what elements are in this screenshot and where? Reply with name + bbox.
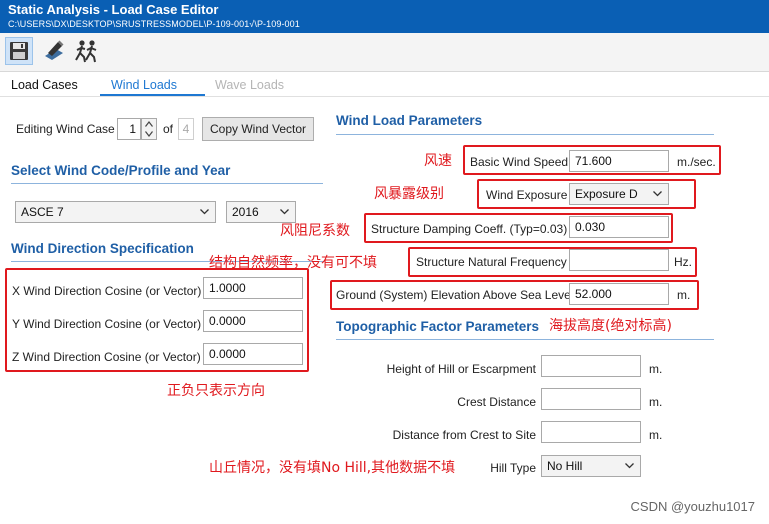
hill-height-unit: m.: [649, 362, 663, 376]
tab-load-cases[interactable]: Load Cases: [11, 78, 78, 92]
wind-exposure-value: Exposure D: [575, 187, 638, 201]
active-tab-underline: [100, 94, 205, 96]
wind-code-section-line: [11, 183, 323, 184]
wind-speed-unit: m./sec.: [677, 155, 716, 169]
wind-speed-input[interactable]: 71.600: [569, 150, 669, 172]
frequency-input[interactable]: [569, 249, 669, 271]
z-direction-input[interactable]: 0.0000: [203, 343, 303, 365]
chevron-down-icon: [200, 209, 209, 215]
editing-wind-case-label: Editing Wind Case: [16, 122, 115, 136]
copy-wind-vector-button[interactable]: Copy Wind Vector: [202, 117, 315, 141]
wind-case-number-input[interactable]: 1: [117, 118, 141, 140]
hill-annotation: 山丘情况，没有填No Hill,其他数据不填: [209, 460, 456, 476]
tab-wind-loads[interactable]: Wind Loads: [111, 78, 177, 92]
wind-params-section-title: Wind Load Parameters: [336, 113, 483, 128]
frequency-annotation: 结构自然频率，没有可不填: [209, 255, 377, 271]
hill-type-label: Hill Type: [490, 461, 536, 475]
topographic-section-title: Topographic Factor Parameters: [336, 319, 540, 334]
crest-distance-input[interactable]: [541, 388, 641, 410]
wind-exposure-select[interactable]: Exposure D: [569, 183, 669, 205]
wind-params-section-line: [336, 134, 714, 135]
direction-annotation: 正负只表示方向: [167, 383, 265, 399]
elevation-unit: m.: [677, 288, 691, 302]
chevron-down-icon: [653, 191, 662, 197]
running-figures-icon: [75, 40, 97, 63]
crest-to-site-label: Distance from Crest to Site: [392, 428, 536, 442]
of-label: of: [163, 122, 174, 136]
z-direction-label: Z Wind Direction Cosine (or Vector): [12, 350, 201, 364]
crest-to-site-input[interactable]: [541, 421, 641, 443]
wind-case-total: 4: [178, 118, 194, 140]
wind-case-spinner[interactable]: [141, 118, 157, 140]
wind-exposure-label: Wind Exposure: [486, 188, 568, 202]
toolbar: [0, 33, 769, 72]
elevation-annotation: 海拔高度(绝对标高): [549, 318, 672, 334]
hill-type-select[interactable]: No Hill: [541, 455, 641, 477]
wind-code-value: ASCE 7: [21, 205, 64, 219]
y-direction-input[interactable]: 0.0000: [203, 310, 303, 332]
x-direction-label: X Wind Direction Cosine (or Vector): [12, 284, 202, 298]
tab-strip-divider: [0, 96, 769, 97]
elevation-input[interactable]: 52.000: [569, 283, 669, 305]
save-icon: [10, 42, 28, 60]
chevron-down-icon: [625, 463, 634, 469]
edit-button[interactable]: [40, 37, 68, 65]
wind-year-value: 2016: [232, 205, 259, 219]
watermark: CSDN @youzhu1017: [630, 499, 755, 514]
crest-distance-label: Crest Distance: [457, 395, 536, 409]
damping-annotation: 风阻尼系数: [280, 223, 350, 239]
hill-height-label: Height of Hill or Escarpment: [386, 362, 536, 376]
x-direction-input[interactable]: 1.0000: [203, 277, 303, 299]
wind-code-select[interactable]: ASCE 7: [15, 201, 216, 223]
file-path: C:\USERS\DX\DESKTOP\SRUSTRESSMODEL\P-109…: [8, 19, 300, 29]
save-button[interactable]: [5, 37, 33, 65]
crest-to-site-unit: m.: [649, 428, 663, 442]
run-button[interactable]: [73, 37, 101, 65]
wind-speed-annotation: 风速: [424, 153, 452, 169]
wind-code-section-title: Select Wind Code/Profile and Year: [11, 163, 231, 178]
spinner-up-icon[interactable]: [145, 121, 153, 127]
y-direction-label: Y Wind Direction Cosine (or Vector): [12, 317, 202, 331]
hill-height-input[interactable]: [541, 355, 641, 377]
hill-type-value: No Hill: [547, 459, 583, 473]
damping-input[interactable]: 0.030: [569, 216, 669, 238]
spinner-down-icon[interactable]: [145, 131, 153, 137]
wind-direction-section-title: Wind Direction Specification: [11, 241, 194, 256]
frequency-unit: Hz.: [674, 255, 692, 269]
exposure-annotation: 风暴露级别: [374, 186, 444, 202]
window-title: Static Analysis - Load Case Editor: [8, 2, 219, 17]
edit-icon: [45, 40, 64, 60]
topographic-section-line: [336, 339, 714, 340]
chevron-down-icon: [280, 209, 289, 215]
frequency-label: Structure Natural Frequency: [416, 255, 567, 269]
tab-wave-loads[interactable]: Wave Loads: [215, 78, 284, 92]
wind-speed-label: Basic Wind Speed: [470, 155, 569, 169]
title-bar: Static Analysis - Load Case Editor C:\US…: [0, 0, 769, 33]
damping-label: Structure Damping Coeff. (Typ=0.03): [371, 222, 568, 236]
crest-distance-unit: m.: [649, 395, 663, 409]
elevation-label: Ground (System) Elevation Above Sea Leve…: [336, 288, 574, 302]
